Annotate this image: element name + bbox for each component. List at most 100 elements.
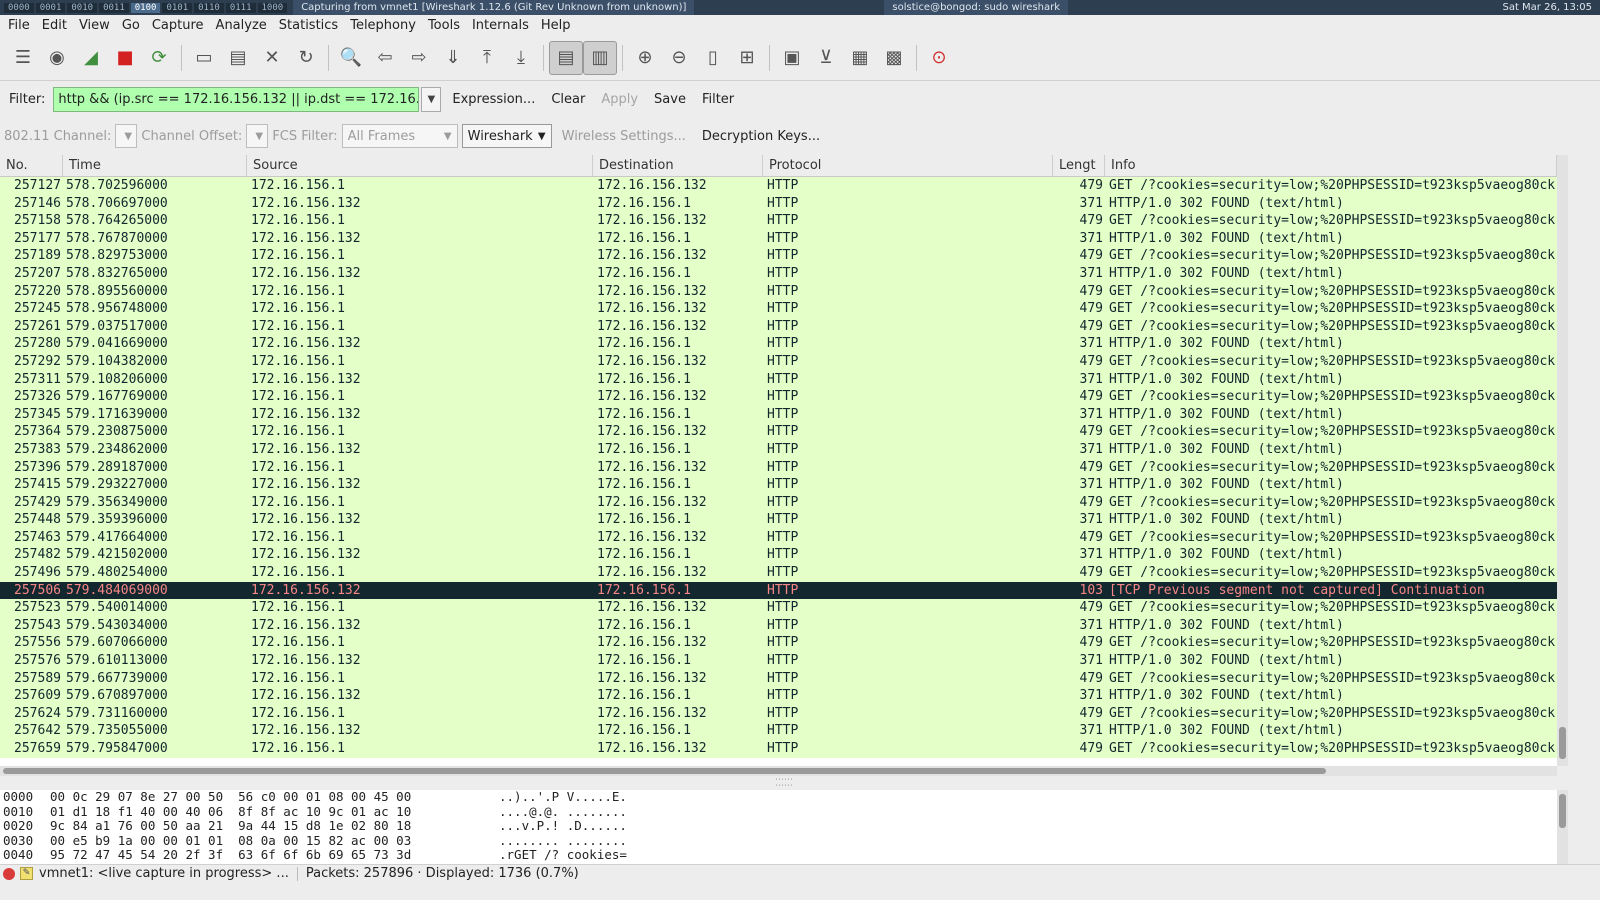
packet-row[interactable]: 257506 579.484069000 172.16.156.132 172.16.…: [0, 581, 1557, 600]
packet-row[interactable]: 257609 579.670897000 172.16.156.132 172.16.…: [0, 687, 1557, 705]
restart-capture-button[interactable]: ⟳: [142, 41, 176, 75]
packet-row[interactable]: 257383 579.234862000 172.16.156.132 172.16.…: [0, 440, 1557, 459]
reload-button[interactable]: ↻: [289, 41, 323, 75]
workspace-button[interactable]: 0000: [4, 2, 34, 13]
wireless-settings-button[interactable]: Wireless Settings...: [556, 129, 692, 144]
workspace-switcher[interactable]: 0000 0001 0010 0011 0100 0101 0110 0111 1000: [0, 2, 288, 13]
decryption-keys-button[interactable]: Decryption Keys...: [696, 129, 826, 144]
options-button[interactable]: ◉: [40, 41, 74, 75]
packet-row[interactable]: 257556 579.607066000 172.16.156.1 172.16.15…: [0, 634, 1557, 653]
packet-row[interactable]: 257280 579.041669000 172.16.156.132 172.16.…: [0, 335, 1557, 353]
packet-row[interactable]: 257589 579.667739000 172.16.156.1 172.16.15…: [0, 669, 1557, 688]
interfaces-button[interactable]: ☰: [6, 41, 40, 75]
column-protocol-header[interactable]: Protocol: [763, 155, 1053, 176]
workspace-button[interactable]: 0001: [35, 2, 66, 13]
packet-row[interactable]: 257543 579.543034000 172.16.156.132 172.16.…: [0, 616, 1557, 635]
menu-file[interactable]: File: [2, 18, 36, 33]
column-length-header[interactable]: Lengt: [1053, 155, 1105, 176]
expression-button[interactable]: Expression...: [447, 92, 540, 107]
apply-button[interactable]: Apply: [596, 92, 643, 107]
hex-row[interactable]: 0030 00 e5 b9 1a 00 00 01 01 08 0a 00 15 …: [3, 833, 1557, 849]
packet-row[interactable]: 257207 578.832765000 172.16.156.132 172.16.…: [0, 264, 1557, 283]
packet-row[interactable]: 257127 578.702596000 172.16.156.1 172.16.15…: [0, 177, 1557, 195]
last-packet-button[interactable]: ⤓: [504, 41, 538, 75]
zoom-in-button[interactable]: ⊕: [628, 41, 662, 75]
menu-internals[interactable]: Internals: [466, 18, 535, 33]
packet-row[interactable]: 257261 579.037517000 172.16.156.1 172.16.15…: [0, 317, 1557, 336]
menu-statistics[interactable]: Statistics: [273, 18, 344, 33]
workspace-button[interactable]: 0101: [162, 2, 193, 13]
display-filters-button[interactable]: ⊻: [809, 41, 843, 75]
packet-row[interactable]: 257292 579.104382000 172.16.156.1 172.16.15…: [0, 352, 1557, 371]
workspace-button[interactable]: 0110: [194, 2, 224, 13]
channel-offset-select[interactable]: ▼: [246, 124, 269, 148]
first-packet-button[interactable]: ⤒: [470, 41, 504, 75]
scrollbar-thumb[interactable]: [1559, 794, 1566, 828]
column-info-header[interactable]: Info: [1105, 155, 1557, 176]
packet-row[interactable]: 257624 579.731160000 172.16.156.1 172.16.15…: [0, 704, 1557, 723]
packet-row[interactable]: 257177 578.767870000 172.16.156.132 172.16.…: [0, 229, 1557, 248]
hex-row[interactable]: 0040 95 72 47 45 54 20 2f 3f 63 6f 6f 6b …: [3, 848, 1557, 863]
menu-telephony[interactable]: Telephony: [344, 18, 422, 33]
resize-columns-button[interactable]: ⊞: [730, 41, 764, 75]
find-packet-button[interactable]: 🔍: [334, 41, 368, 75]
packet-row[interactable]: 257311 579.108206000 172.16.156.132 172.16.…: [0, 370, 1557, 389]
packet-row[interactable]: 257482 579.421502000 172.16.156.132 172.16.…: [0, 546, 1557, 565]
column-time-header[interactable]: Time: [63, 155, 247, 176]
preferences-button[interactable]: ▩: [877, 41, 911, 75]
packet-row[interactable]: 257496 579.480254000 172.16.156.1 172.16.15…: [0, 564, 1557, 582]
colorize-button[interactable]: ▤: [549, 40, 583, 75]
taskbar-wireshark[interactable]: Capturing from vmnet1 [Wireshark 1.12.6 …: [293, 0, 695, 15]
workspace-button[interactable]: 0100: [130, 2, 161, 13]
packet-row[interactable]: 257364 579.230875000 172.16.156.1 172.16.15…: [0, 423, 1557, 441]
auto-scroll-button[interactable]: ▥: [583, 40, 617, 75]
packet-row[interactable]: 257576 579.610113000 172.16.156.132 172.16.…: [0, 652, 1557, 670]
open-file-button[interactable]: ▭: [187, 41, 221, 75]
capture-filters-button[interactable]: ▣: [775, 41, 809, 75]
packet-bytes-pane[interactable]: 0000 00 0c 29 07 8e 27 00 50 56 c0 00 01 …: [0, 790, 1557, 864]
column-no-header[interactable]: No.: [0, 155, 63, 176]
menu-go[interactable]: Go: [116, 18, 146, 33]
menu-capture[interactable]: Capture: [146, 18, 210, 33]
capture-comment-icon[interactable]: ✎: [20, 867, 33, 880]
packet-row[interactable]: 257345 579.171639000 172.16.156.132 172.16.…: [0, 405, 1557, 424]
expert-info-icon[interactable]: [3, 867, 15, 880]
normal-size-button[interactable]: ▯: [696, 41, 730, 75]
coloring-rules-button[interactable]: ▦: [843, 41, 877, 75]
packet-row[interactable]: 257642 579.735055000 172.16.156.132 172.16.…: [0, 722, 1557, 740]
scrollbar-thumb[interactable]: [3, 768, 1326, 774]
hex-row[interactable]: 0010 01 d1 18 f1 40 00 40 06 8f 8f ac 10 …: [3, 804, 1557, 820]
packet-row[interactable]: 257146 578.706697000 172.16.156.132 172.16.…: [0, 194, 1557, 213]
filter-button[interactable]: Filter: [697, 92, 739, 107]
packet-row[interactable]: 257189 578.829753000 172.16.156.1 172.16.15…: [0, 247, 1557, 265]
go-to-packet-button[interactable]: ⇓: [436, 41, 470, 75]
packet-row[interactable]: 257429 579.356349000 172.16.156.1 172.16.15…: [0, 493, 1557, 512]
column-source-header[interactable]: Source: [247, 155, 593, 176]
start-capture-button[interactable]: ◢: [74, 41, 108, 75]
zoom-out-button[interactable]: ⊖: [662, 41, 696, 75]
workspace-button[interactable]: 0010: [67, 2, 98, 13]
close-file-button[interactable]: ✕: [255, 41, 289, 75]
go-back-button[interactable]: ⇦: [368, 41, 402, 75]
save-filter-button[interactable]: Save: [649, 92, 691, 107]
menu-help[interactable]: Help: [535, 18, 577, 33]
filter-history-dropdown[interactable]: ▼: [421, 86, 442, 112]
fcs-filter-select[interactable]: All Frames ▼: [341, 124, 458, 148]
help-button[interactable]: ⊙: [922, 41, 956, 75]
pane-splitter[interactable]: ⋯⋯ ⋯⋯: [0, 776, 1568, 791]
column-destination-header[interactable]: Destination: [593, 155, 763, 176]
channel-select[interactable]: ▼: [115, 124, 138, 148]
menu-view[interactable]: View: [73, 18, 116, 33]
packet-list[interactable]: No. Time Source Destination Protocol Lengt Inf…: [0, 155, 1557, 766]
menu-tools[interactable]: Tools: [422, 18, 466, 33]
packet-row[interactable]: 257245 578.956748000 172.16.156.1 172.16.15…: [0, 300, 1557, 318]
go-forward-button[interactable]: ⇨: [402, 41, 436, 75]
packet-list-vscrollbar[interactable]: [1557, 155, 1568, 766]
packet-row[interactable]: 257220 578.895560000 172.16.156.1 172.16.15…: [0, 282, 1557, 301]
packet-row[interactable]: 257659 579.795847000 172.16.156.1 172.16.15…: [0, 740, 1557, 758]
workspace-button[interactable]: 0111: [225, 2, 256, 13]
hex-row[interactable]: 0020 9c 84 a1 76 00 50 aa 21 9a 44 15 d8 …: [3, 819, 1557, 834]
hex-row[interactable]: 0000 00 0c 29 07 8e 27 00 50 56 c0 00 01 …: [3, 790, 1557, 805]
packet-row[interactable]: 257415 579.293227000 172.16.156.132 172.16.…: [0, 476, 1557, 494]
bytes-vscrollbar[interactable]: [1557, 790, 1568, 864]
